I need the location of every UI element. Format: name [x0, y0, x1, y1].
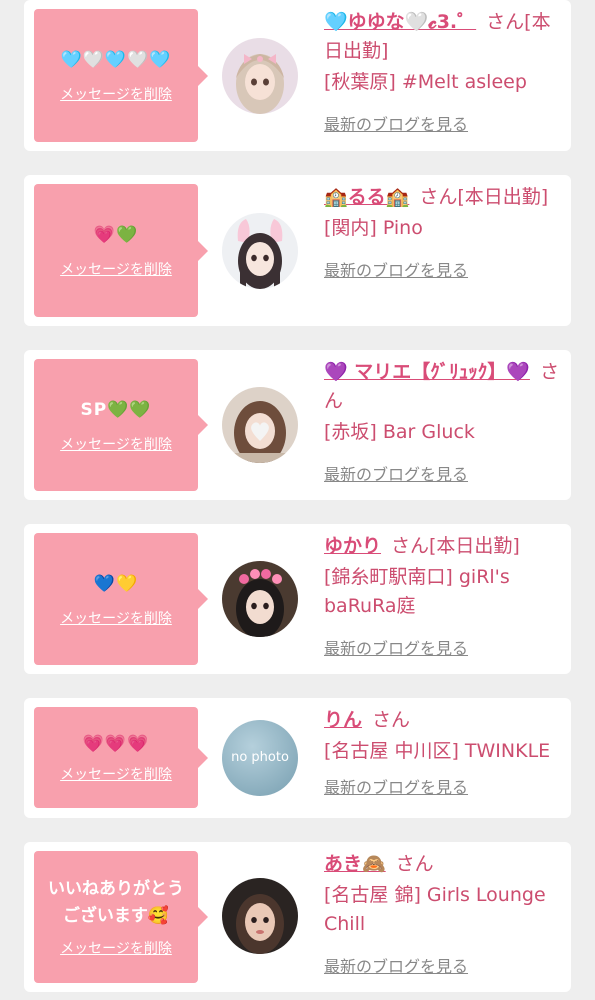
- latest-blog-link[interactable]: 最新のブログを見る: [324, 774, 468, 798]
- stamp-text: 🩵🤍🩵🤍🩵: [60, 50, 172, 70]
- delete-message-link[interactable]: メッセージを削除: [60, 764, 172, 784]
- cast-suffix: さん: [395, 853, 434, 875]
- avatar[interactable]: [222, 38, 298, 114]
- latest-blog-link[interactable]: 最新のブログを見る: [324, 257, 468, 281]
- avatar[interactable]: no photo: [222, 720, 298, 796]
- delete-message-link[interactable]: メッセージを削除: [60, 434, 172, 454]
- stamp-text: 💗💗💗: [82, 734, 150, 754]
- avatar-girl-selfie-icon: [222, 878, 298, 954]
- cast-name-link[interactable]: 💜 マリエ【ｸﾞﾘｭｯｸ】💜: [324, 361, 530, 383]
- shop-name: [関内] Pino: [324, 217, 423, 239]
- cast-info: 🩵ゆゆな🤍𝓬3.゜ さん[本日出勤] [秋葉原] #Melt asleep 最新の…: [324, 8, 564, 135]
- delete-message-link[interactable]: メッセージを削除: [60, 608, 172, 628]
- cast-name-link[interactable]: 🩵ゆゆな🤍𝓬3.゜: [324, 11, 476, 33]
- cast-name-link[interactable]: りん: [324, 709, 362, 731]
- avatar-girl-flower-crown-icon: [222, 561, 298, 637]
- message-card: 🩵🤍🩵🤍🩵 メッセージを削除 🩵ゆゆな🤍𝓬3.゜ さん[本日出勤] [秋葉原] #…: [24, 0, 571, 151]
- message-list: 🩵🤍🩵🤍🩵 メッセージを削除 🩵ゆゆな🤍𝓬3.゜ さん[本日出勤] [秋葉原] #…: [0, 0, 595, 1000]
- delete-message-link[interactable]: メッセージを削除: [60, 84, 172, 104]
- latest-blog-link[interactable]: 最新のブログを見る: [324, 461, 468, 485]
- stamp-bubble: 💗💚 メッセージを削除: [34, 184, 208, 317]
- cast-suffix: さん[本日出勤]: [391, 535, 520, 557]
- avatar[interactable]: [222, 878, 298, 954]
- cast-name-link[interactable]: ゆかり: [324, 535, 381, 557]
- cast-info: 🏫るる🏫 さん[本日出勤] [関内] Pino 最新のブログを見る: [324, 183, 564, 281]
- stamp-bubble: SP💚💚 メッセージを削除: [34, 359, 208, 491]
- avatar-girl-heart-face-icon: [222, 387, 298, 463]
- stamp-bubble: 💙💛 メッセージを削除: [34, 533, 208, 665]
- stamp-bubble: いいねありがとうございます🥰 メッセージを削除: [34, 851, 208, 983]
- latest-blog-link[interactable]: 最新のブログを見る: [324, 111, 468, 135]
- shop-name: [赤坂] Bar Gluck: [324, 421, 475, 443]
- avatar-girl-bunny-ears-icon: [222, 213, 298, 289]
- cast-info: りん さん [名古屋 中川区] TWINKLE 最新のブログを見る: [324, 706, 564, 798]
- cast-info: ゆかり さん[本日出勤] [錦糸町駅南口] giRl's baRuRa庭 最新のブ…: [324, 532, 564, 659]
- message-card: 💙💛 メッセージを削除 ゆかり さん[本日出勤] [錦糸町駅南口] giRl's …: [24, 524, 571, 674]
- avatar[interactable]: [222, 387, 298, 463]
- avatar-girl-pink-bow-icon: [222, 38, 298, 114]
- latest-blog-link[interactable]: 最新のブログを見る: [324, 635, 468, 659]
- stamp-text: 💗💚: [93, 225, 139, 245]
- shop-name: [名古屋 中川区] TWINKLE: [324, 740, 551, 762]
- shop-name: [秋葉原] #Melt asleep: [324, 71, 527, 93]
- cast-name-link[interactable]: あき🙈: [324, 853, 386, 875]
- stamp-text: SP💚💚: [80, 399, 152, 420]
- stamp-bubble: 🩵🤍🩵🤍🩵 メッセージを削除: [34, 9, 208, 142]
- cast-info: あき🙈 さん [名古屋 錦] Girls Lounge Chill 最新のブログを…: [324, 850, 564, 977]
- no-photo-label: no photo: [231, 750, 289, 765]
- stamp-text: 💙💛: [93, 573, 139, 594]
- stamp-text: いいねありがとうございます🥰: [48, 879, 184, 926]
- cast-info: 💜 マリエ【ｸﾞﾘｭｯｸ】💜 さん [赤坂] Bar Gluck 最新のブログを見…: [324, 358, 564, 485]
- cast-name-link[interactable]: 🏫るる🏫: [324, 186, 409, 208]
- message-card: SP💚💚 メッセージを削除 💜 マリエ【ｸﾞﾘｭｯｸ】💜 さん [赤坂] Bar …: [24, 350, 571, 500]
- cast-suffix: さん[本日出勤]: [419, 186, 549, 208]
- latest-blog-link[interactable]: 最新のブログを見る: [324, 953, 468, 977]
- message-card: 💗💚 メッセージを削除 🏫るる🏫 さん[本日出勤] [関内] Pino 最新のブロ…: [24, 175, 571, 326]
- shop-name: [名古屋 錦] Girls Lounge Chill: [324, 884, 546, 935]
- message-card: いいねありがとうございます🥰 メッセージを削除 あき🙈 さん [名古屋 錦] Gi…: [24, 842, 571, 992]
- stamp-bubble: 💗💗💗 メッセージを削除: [34, 707, 208, 808]
- message-card: 💗💗💗 メッセージを削除 no photo りん さん [名古屋 中川区] TWI…: [24, 698, 571, 818]
- avatar[interactable]: [222, 213, 298, 289]
- delete-message-link[interactable]: メッセージを削除: [60, 259, 172, 279]
- cast-suffix: さん: [372, 709, 411, 731]
- shop-name: [錦糸町駅南口] giRl's baRuRa庭: [324, 566, 510, 617]
- delete-message-link[interactable]: メッセージを削除: [60, 938, 172, 958]
- avatar[interactable]: [222, 561, 298, 637]
